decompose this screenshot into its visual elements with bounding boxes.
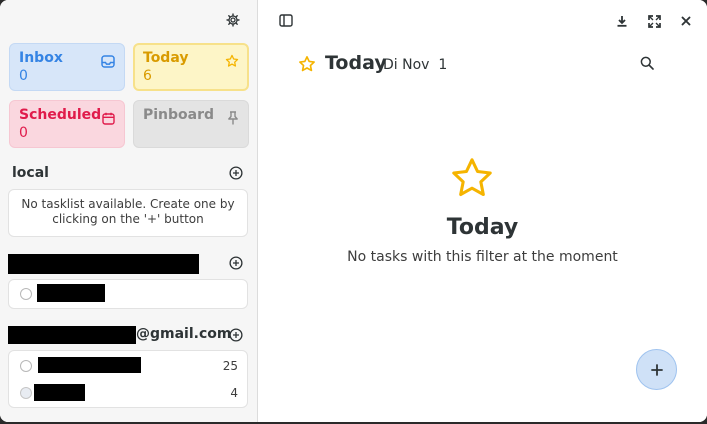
empty-state-star-icon bbox=[447, 154, 497, 202]
plus-circle-icon bbox=[229, 328, 243, 342]
list-color-dot bbox=[20, 387, 32, 399]
list-name-redacted bbox=[38, 357, 141, 373]
pin-icon bbox=[227, 110, 239, 129]
filter-scheduled[interactable]: Scheduled 0 bbox=[9, 100, 125, 148]
list-color-dot bbox=[20, 360, 32, 372]
app-window: Inbox 0 Today 6 Scheduled 0 Pinboard loc… bbox=[0, 0, 707, 422]
inbox-icon bbox=[101, 53, 115, 72]
close-button[interactable] bbox=[677, 12, 695, 30]
sidebar-toggle-button[interactable] bbox=[277, 11, 295, 29]
add-task-button[interactable] bbox=[636, 349, 677, 390]
list-count: 25 bbox=[222, 359, 238, 373]
search-button[interactable] bbox=[638, 54, 656, 72]
source-2-title-redacted bbox=[8, 254, 199, 274]
add-list-source-2-button[interactable] bbox=[229, 256, 243, 270]
empty-state-message: No tasks with this filter at the moment bbox=[347, 249, 618, 265]
filter-inbox[interactable]: Inbox 0 bbox=[9, 43, 125, 91]
list-name-redacted bbox=[34, 384, 85, 401]
list-item[interactable]: 25 bbox=[8, 352, 248, 380]
plus-circle-icon bbox=[229, 256, 243, 270]
fullscreen-icon bbox=[647, 14, 661, 28]
filter-scheduled-label: Scheduled bbox=[19, 107, 102, 123]
list-color-dot bbox=[20, 288, 32, 300]
list-item[interactable] bbox=[8, 280, 248, 308]
calendar-icon bbox=[102, 110, 115, 129]
sidebar-toggle-icon bbox=[279, 13, 293, 27]
local-empty-message: No tasklist available. Create one by cli… bbox=[21, 197, 235, 226]
filter-scheduled-count: 0 bbox=[19, 125, 28, 141]
filter-today[interactable]: Today 6 bbox=[133, 43, 249, 91]
filter-pinboard[interactable]: Pinboard bbox=[133, 100, 249, 148]
source-3-title-redacted bbox=[8, 326, 136, 344]
filter-pinboard-label: Pinboard bbox=[143, 107, 215, 123]
add-list-source-3-button[interactable] bbox=[229, 328, 243, 342]
gear-icon bbox=[226, 13, 240, 27]
plus-circle-icon bbox=[229, 166, 243, 180]
search-icon bbox=[640, 56, 654, 70]
sidebar: Inbox 0 Today 6 Scheduled 0 Pinboard loc… bbox=[0, 0, 258, 422]
add-list-local-button[interactable] bbox=[229, 166, 243, 180]
empty-state-title: Today bbox=[446, 215, 519, 240]
fullscreen-button[interactable] bbox=[645, 12, 663, 30]
local-empty-box: No tasklist available. Create one by cli… bbox=[8, 189, 248, 237]
download-button[interactable] bbox=[613, 12, 631, 30]
close-icon bbox=[681, 16, 691, 26]
plus-icon bbox=[650, 363, 663, 376]
list-count: 4 bbox=[230, 386, 238, 400]
page-date: Di Nov 1 bbox=[383, 57, 448, 73]
source-3-title-suffix: @gmail.com bbox=[136, 326, 232, 342]
star-icon bbox=[225, 53, 239, 72]
list-item[interactable]: 4 bbox=[8, 379, 248, 407]
title-star-icon bbox=[297, 54, 317, 74]
settings-button[interactable] bbox=[224, 11, 242, 29]
download-icon bbox=[617, 16, 627, 27]
source-local-title: local bbox=[12, 165, 49, 181]
list-name-redacted bbox=[37, 284, 105, 302]
page-title: Today bbox=[325, 52, 387, 74]
